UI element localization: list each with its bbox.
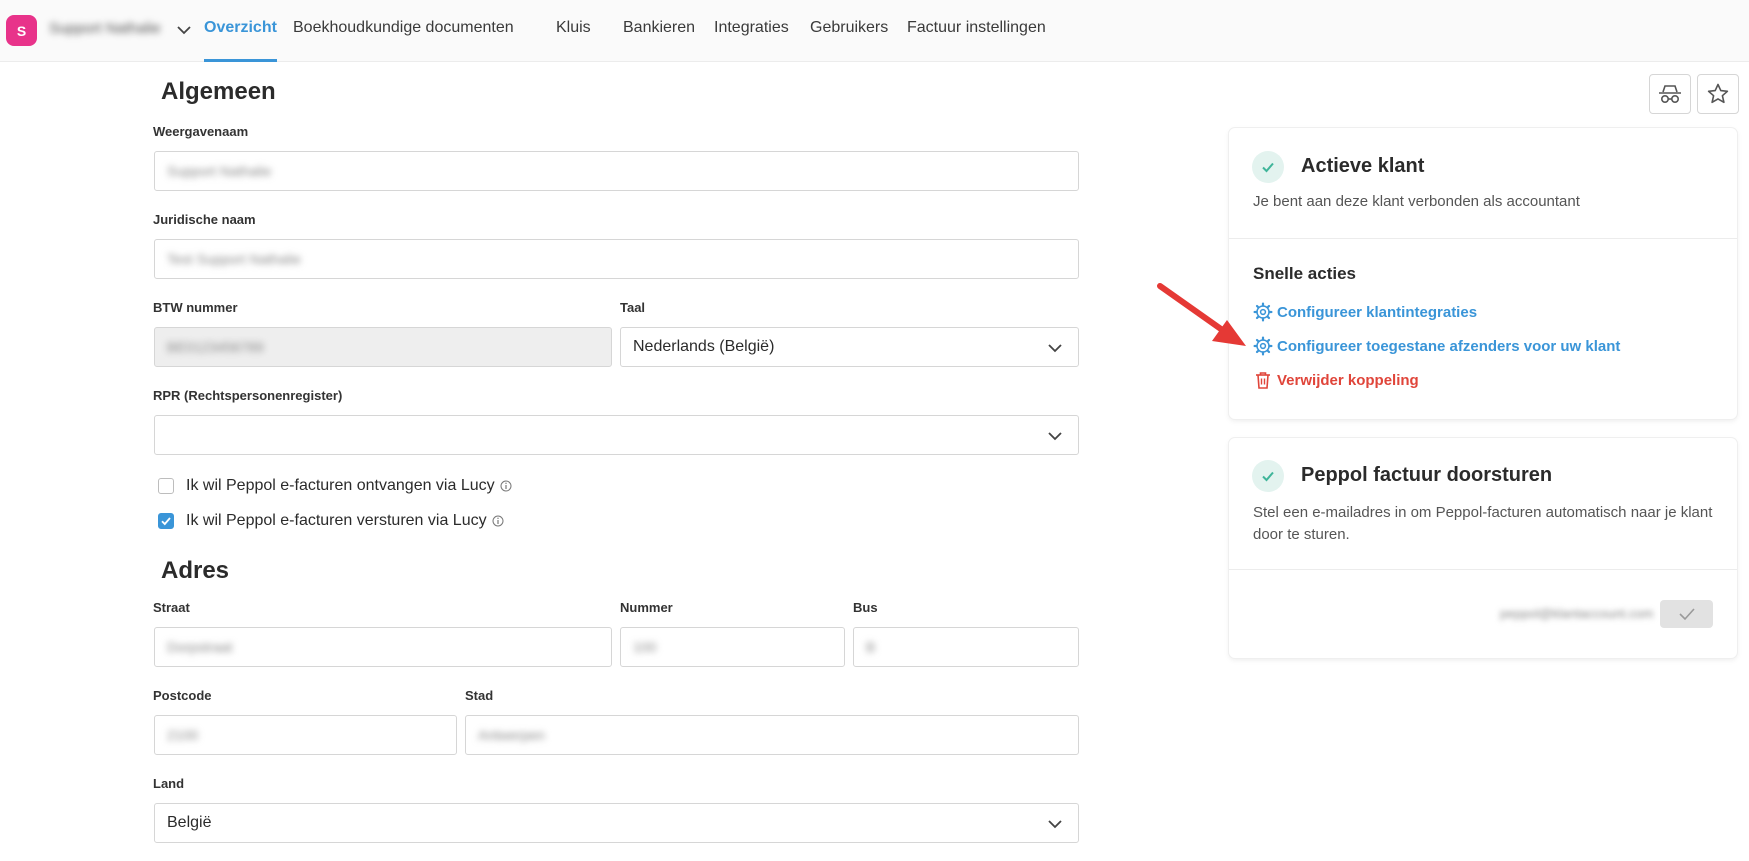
vat-number-input: BE0123456789 bbox=[154, 327, 612, 367]
postcode-input[interactable]: 2100 bbox=[154, 715, 457, 755]
card-divider bbox=[1229, 238, 1737, 239]
top-navigation: S Support Nathalie Overzicht Boekhoudkun… bbox=[0, 0, 1749, 62]
incognito-icon bbox=[1659, 85, 1681, 104]
tab-kluis[interactable]: Kluis bbox=[556, 19, 591, 37]
street-input[interactable]: Dorpstraat bbox=[154, 627, 612, 667]
bus-input[interactable]: B bbox=[853, 627, 1079, 667]
configure-integrations-label: Configureer klantintegraties bbox=[1277, 303, 1478, 321]
tab-bankieren[interactable]: Bankieren bbox=[623, 19, 695, 37]
checkmark-icon bbox=[1262, 162, 1274, 173]
checkmark-icon bbox=[1262, 471, 1274, 482]
street-value: Dorpstraat bbox=[167, 639, 233, 655]
language-label: Taal bbox=[620, 300, 646, 315]
peppol-receive-checkbox[interactable] bbox=[158, 478, 174, 494]
rpr-select[interactable] bbox=[154, 415, 1079, 455]
peppol-receive-label: Ik wil Peppol e-facturen ontvangen via L… bbox=[186, 477, 495, 494]
org-name[interactable]: Support Nathalie bbox=[49, 20, 171, 37]
chevron-down-icon[interactable] bbox=[175, 21, 193, 39]
org-avatar[interactable]: S bbox=[6, 15, 37, 46]
checkmark-icon bbox=[161, 517, 171, 526]
active-client-description: Je bent aan deze klant verbonden als acc… bbox=[1253, 193, 1580, 210]
rpr-label: RPR (Rechtspersonenregister) bbox=[153, 388, 343, 403]
peppol-forward-title: Peppol factuur doorsturen bbox=[1301, 464, 1553, 486]
info-icon[interactable] bbox=[492, 515, 504, 527]
bus-value: B bbox=[866, 639, 876, 655]
checkmark-icon bbox=[1678, 608, 1695, 621]
vat-number-value: BE0123456789 bbox=[167, 339, 264, 355]
peppol-forward-card: Peppol factuur doorsturen Stel een e-mai… bbox=[1229, 438, 1737, 658]
active-client-title: Actieve klant bbox=[1301, 155, 1425, 177]
number-label: Nummer bbox=[620, 600, 673, 615]
configure-senders-label: Configureer toegestane afzenders voor uw… bbox=[1277, 337, 1621, 355]
active-client-card: Actieve klant Je bent aan deze klant ver… bbox=[1229, 128, 1737, 419]
trash-icon bbox=[1256, 372, 1270, 389]
legal-name-label: Juridische naam bbox=[153, 212, 256, 227]
city-input[interactable]: Antwerpen bbox=[465, 715, 1079, 755]
display-name-value: Support Nathalie bbox=[167, 163, 272, 179]
number-value: 100 bbox=[633, 639, 657, 655]
remove-link-label: Verwijder koppeling bbox=[1277, 371, 1419, 389]
city-value: Antwerpen bbox=[478, 727, 545, 743]
peppol-send-checkbox[interactable] bbox=[158, 513, 174, 529]
gear-icon bbox=[1253, 302, 1273, 322]
postcode-value: 2100 bbox=[167, 727, 199, 743]
configure-integrations-link[interactable]: Configureer klantintegraties bbox=[1253, 302, 1477, 322]
remove-link-button[interactable]: Verwijder koppeling bbox=[1253, 370, 1419, 390]
gear-icon bbox=[1253, 336, 1273, 356]
peppol-receive-row[interactable]: Ik wil Peppol e-facturen ontvangen via L… bbox=[158, 476, 512, 496]
language-select[interactable]: Nederlands (België) bbox=[620, 327, 1079, 367]
bus-label: Bus bbox=[853, 600, 878, 615]
tab-gebruikers[interactable]: Gebruikers bbox=[810, 19, 888, 37]
city-label: Stad bbox=[465, 688, 494, 703]
tab-boekhoudkundige-documenten[interactable]: Boekhoudkundige documenten bbox=[293, 19, 514, 37]
language-value: Nederlands (België) bbox=[633, 338, 775, 355]
tab-overzicht[interactable]: Overzicht bbox=[204, 19, 277, 37]
street-label: Straat bbox=[153, 600, 190, 615]
vat-number-label: BTW nummer bbox=[153, 300, 238, 315]
display-name-label: Weergavenaam bbox=[153, 124, 249, 139]
favorite-button[interactable] bbox=[1697, 74, 1739, 114]
legal-name-value: Test Support Nathalie bbox=[167, 251, 301, 267]
card-divider bbox=[1229, 569, 1737, 570]
legal-name-input[interactable]: Test Support Nathalie bbox=[154, 239, 1079, 279]
star-icon bbox=[1707, 83, 1729, 104]
success-check-badge bbox=[1252, 151, 1284, 183]
chevron-down-icon bbox=[1048, 820, 1062, 829]
peppol-forward-description: Stel een e-mailadres in om Peppol-factur… bbox=[1253, 504, 1713, 543]
forward-email-value[interactable]: peppol@klantaccount.com bbox=[1500, 606, 1653, 621]
quick-actions-title: Snelle acties bbox=[1253, 264, 1357, 283]
success-check-badge bbox=[1252, 460, 1284, 492]
country-select[interactable]: België bbox=[154, 803, 1079, 843]
configure-senders-link[interactable]: Configureer toegestane afzenders voor uw… bbox=[1253, 336, 1620, 356]
peppol-send-label: Ik wil Peppol e-facturen versturen via L… bbox=[186, 512, 487, 529]
postcode-label: Postcode bbox=[153, 688, 212, 703]
tab-integraties[interactable]: Integraties bbox=[714, 19, 789, 37]
active-tab-indicator bbox=[204, 59, 277, 62]
display-name-input[interactable]: Support Nathalie bbox=[154, 151, 1079, 191]
info-icon[interactable] bbox=[500, 480, 512, 492]
chevron-down-icon bbox=[1048, 432, 1062, 441]
incognito-button[interactable] bbox=[1649, 74, 1691, 114]
country-label: Land bbox=[153, 776, 185, 791]
number-input[interactable]: 100 bbox=[620, 627, 845, 667]
section-title-address: Adres bbox=[161, 557, 230, 584]
tab-factuur-instellingen[interactable]: Factuur instellingen bbox=[907, 19, 1046, 37]
peppol-send-row[interactable]: Ik wil Peppol e-facturen versturen via L… bbox=[158, 511, 504, 531]
confirm-email-button[interactable] bbox=[1660, 600, 1713, 628]
chevron-down-icon bbox=[1048, 344, 1062, 353]
section-title-general: Algemeen bbox=[161, 78, 276, 105]
country-value: België bbox=[167, 814, 212, 831]
